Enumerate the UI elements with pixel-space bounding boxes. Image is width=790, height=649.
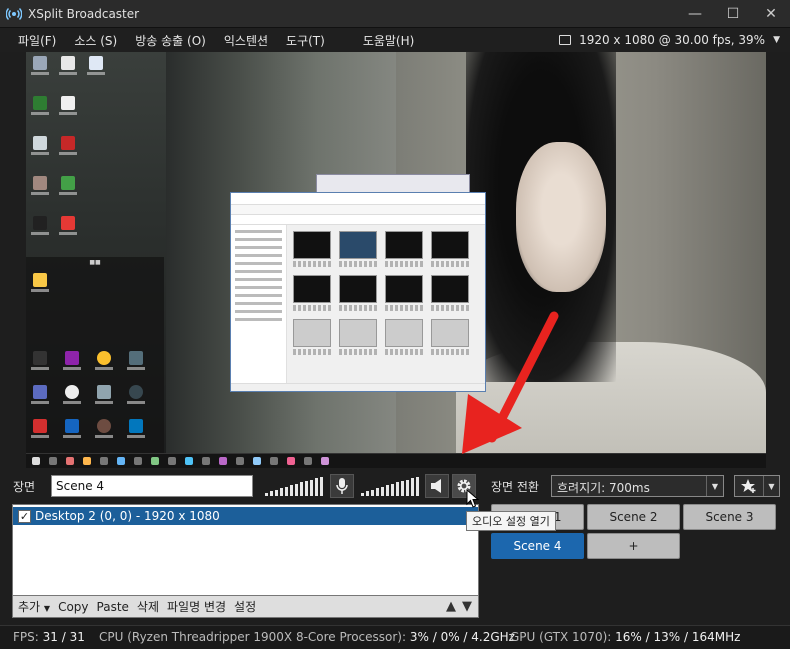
microphone-icon — [336, 478, 348, 494]
stage-preview[interactable]: ■■ — [26, 52, 766, 468]
scene-3-button[interactable]: Scene 3 — [683, 504, 776, 530]
menu-file[interactable]: 파일(F) — [18, 32, 56, 49]
desktop-icon — [30, 56, 50, 75]
speaker-icon — [431, 479, 441, 493]
scene-label: 장면 — [13, 480, 36, 494]
source-toolbar: 추가 ▼ Copy Paste 삭제 파일명 변경 설정 ▲ ▼ — [12, 595, 479, 618]
source-item-label: Desktop 2 (0, 0) - 1920 x 1080 — [35, 509, 220, 523]
speaker-volume-slider[interactable] — [265, 476, 323, 496]
menu-sources[interactable]: 소스 (S) — [74, 32, 117, 49]
resolution-selector[interactable]: 1920 x 1080 @ 30.00 fps, 39% ▼ — [559, 28, 780, 52]
captured-taskbar — [26, 453, 766, 468]
fps-value: 31 / 31 — [42, 630, 85, 644]
start-menu-panel: ■■ — [26, 257, 164, 453]
gpu-label: GPU (GTX 1070): — [510, 630, 612, 644]
add-source-button[interactable]: 추가 ▼ — [18, 598, 50, 615]
cpu-value: 3% / 0% / 4.2GHz — [409, 630, 515, 644]
desktop-icon — [58, 56, 78, 75]
menu-broadcast[interactable]: 방송 송출 (O) — [135, 32, 206, 49]
mouse-cursor-icon — [466, 489, 480, 508]
menu-tools[interactable]: 도구(T) — [286, 32, 325, 49]
menu-extensions[interactable]: 익스텐션 — [224, 32, 268, 49]
transition-select[interactable]: 흐려지기: 700ms ▼ — [551, 475, 724, 497]
cpu-label: CPU (Ryzen Threadripper 1900X 8-Core Pro… — [99, 630, 407, 644]
audio-settings-tooltip: 오디오 설정 열기 — [466, 511, 556, 531]
desktop-icon — [30, 216, 50, 235]
scene-bar: 장면 장면 전환 흐려지기: 700ms ▼ — [0, 468, 790, 502]
captured-window — [316, 174, 470, 194]
transition-label: 장면 전환 — [491, 480, 539, 494]
system-volume-slider[interactable] — [361, 476, 419, 496]
red-arrow-annotation-icon — [462, 311, 559, 454]
rename-button[interactable]: 파일명 변경 — [167, 598, 226, 615]
status-bar: FPS: 31 / 31 CPU (Ryzen Threadripper 190… — [0, 625, 790, 649]
scene-name-input[interactable] — [51, 475, 253, 497]
fps-label: FPS: — [13, 630, 39, 644]
source-item[interactable]: ✓ Desktop 2 (0, 0) - 1920 x 1080 — [13, 507, 478, 525]
maximize-button[interactable]: ☐ — [714, 0, 752, 28]
desktop-icon — [58, 96, 78, 115]
chevron-down-icon: ▼ — [706, 476, 723, 496]
captured-explorer-window — [230, 192, 486, 392]
resolution-text: 1920 x 1080 @ 30.00 fps, 39% — [579, 33, 766, 47]
title-bar: XSplit Broadcaster — ☐ ✕ — [0, 0, 790, 28]
desktop-icon — [86, 56, 106, 75]
source-visibility-checkbox[interactable]: ✓ — [18, 509, 31, 523]
source-settings-button[interactable]: 설정 — [234, 598, 256, 615]
xsplit-logo-icon — [6, 7, 22, 20]
desktop-icon — [30, 136, 50, 155]
chevron-down-icon: ▼ — [773, 35, 780, 45]
microphone-button[interactable] — [330, 474, 354, 498]
close-button[interactable]: ✕ — [752, 0, 790, 28]
speaker-button[interactable] — [425, 474, 449, 498]
paste-button[interactable]: Paste — [97, 600, 129, 614]
menu-bar: 파일(F) 소스 (S) 방송 송출 (O) 익스텐션 도구(T) 도움말(H)… — [0, 28, 790, 52]
desktop-icon — [58, 176, 78, 195]
move-down-icon[interactable]: ▼ — [462, 599, 472, 614]
desktop-icon — [58, 136, 78, 155]
desktop-icon — [30, 96, 50, 115]
scene-2-button[interactable]: Scene 2 — [587, 504, 680, 530]
window-title: XSplit Broadcaster — [28, 6, 140, 21]
move-up-icon[interactable]: ▲ — [446, 599, 456, 614]
copy-button[interactable]: Copy — [58, 600, 88, 614]
chevron-down-icon: ▼ — [763, 476, 779, 496]
desktop-icon — [58, 216, 78, 235]
add-scene-button[interactable]: + — [587, 533, 680, 559]
transition-value: 흐려지기: 700ms — [557, 481, 650, 495]
desktop-icon — [30, 176, 50, 195]
menu-help[interactable]: 도움말(H) — [363, 32, 415, 49]
star-plus-icon — [735, 478, 763, 494]
minimize-button[interactable]: — — [676, 0, 714, 28]
delete-button[interactable]: 삭제 — [137, 598, 159, 615]
scene-4-button[interactable]: Scene 4 — [491, 533, 584, 559]
gpu-value: 16% / 13% / 164MHz — [615, 630, 741, 644]
monitor-icon — [559, 35, 572, 45]
transition-favorites-button[interactable]: ▼ — [734, 475, 780, 497]
